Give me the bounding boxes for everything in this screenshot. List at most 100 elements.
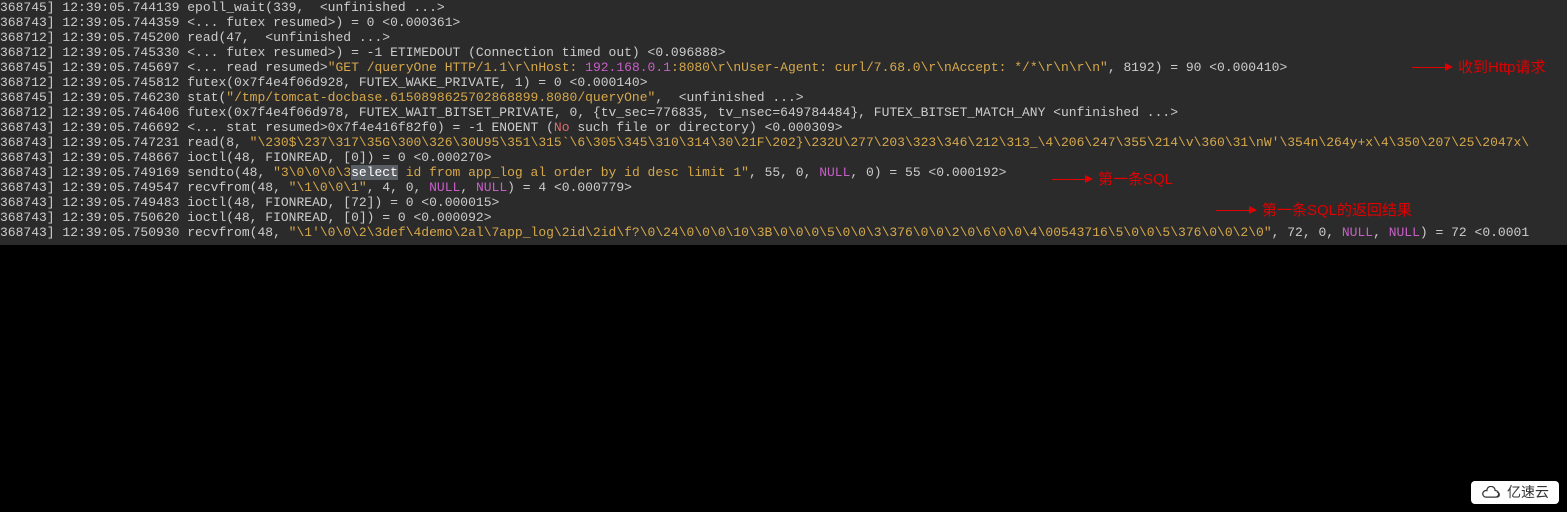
annotation-sql1-result: 第一条SQL的返回结果: [1216, 203, 1412, 218]
text-part: epoll_wait(339, <unfinished ...>: [179, 0, 444, 15]
text-part: , 72, 0,: [1272, 225, 1342, 240]
annotation-label: 第一条SQL的返回结果: [1262, 203, 1412, 218]
timestamp: 12:39:05.750930: [62, 225, 179, 240]
pid: 368743]: [0, 135, 55, 150]
text-part: "\230$\237\317\35G\300\326\30U95\351\315…: [250, 135, 1529, 150]
strace-line: 368712] 12:39:05.745200 read(47, <unfini…: [0, 30, 1567, 45]
text-part: ,: [1373, 225, 1389, 240]
text-part: <... futex resumed>) = -1 ETIMEDOUT (Con…: [179, 45, 725, 60]
text-part: id from app_log al order by id desc limi…: [398, 165, 749, 180]
text-part: "\1'\0\0\2\3def\4demo\2al\7app_log\2id\2…: [289, 225, 1272, 240]
strace-line: 368743] 12:39:05.748667 ioctl(48, FIONRE…: [0, 150, 1567, 165]
annotation-label: 收到Http请求: [1458, 60, 1546, 75]
strace-line: 368745] 12:39:05.744139 epoll_wait(339, …: [0, 0, 1567, 15]
text-part: ioctl(48, FIONREAD, [72]) = 0 <0.000015>: [179, 195, 499, 210]
pid: 368743]: [0, 120, 55, 135]
timestamp: 12:39:05.746230: [62, 90, 179, 105]
text-part: select: [351, 165, 398, 180]
strace-line: 368743] 12:39:05.747231 read(8, "\230$\2…: [0, 135, 1567, 150]
pid: 368745]: [0, 90, 55, 105]
pid: 368745]: [0, 0, 55, 15]
text-part: NULL: [476, 180, 507, 195]
timestamp: 12:39:05.747231: [62, 135, 179, 150]
timestamp: 12:39:05.749169: [62, 165, 179, 180]
text-part: :8080\r\nUser-Agent: curl/7.68.0\r\nAcce…: [671, 60, 1108, 75]
text-part: ) = 4 <0.000779>: [507, 180, 632, 195]
strace-line: 368712] 12:39:05.745330 <... futex resum…: [0, 45, 1567, 60]
cloud-icon: [1481, 486, 1501, 500]
pid: 368712]: [0, 30, 55, 45]
text-part: ) = 72 <0.0001: [1420, 225, 1529, 240]
pid: 368712]: [0, 45, 55, 60]
pid: 368743]: [0, 150, 55, 165]
timestamp: 12:39:05.750620: [62, 210, 179, 225]
text-part: read(47, <unfinished ...>: [179, 30, 390, 45]
pid: 368743]: [0, 225, 55, 240]
annotation-http: 收到Http请求: [1412, 60, 1546, 75]
pid: 368743]: [0, 165, 55, 180]
strace-line: 368743] 12:39:05.750930 recvfrom(48, "\1…: [0, 225, 1567, 240]
timestamp: 12:39:05.744359: [62, 15, 179, 30]
timestamp: 12:39:05.745200: [62, 30, 179, 45]
text-part: 192.168.0.1: [585, 60, 671, 75]
annotation-label: 第一条SQL: [1098, 172, 1173, 187]
text-part: ,: [460, 180, 476, 195]
strace-line: 368743] 12:39:05.744359 <... futex resum…: [0, 15, 1567, 30]
text-part: futex(0x7f4e4f06d928, FUTEX_WAKE_PRIVATE…: [179, 75, 647, 90]
strace-line: 368743] 12:39:05.749169 sendto(48, "3\0\…: [0, 165, 1567, 180]
timestamp: 12:39:05.745697: [62, 60, 179, 75]
text-part: "3\0\0\0\3: [273, 165, 351, 180]
text-part: , 0) = 55 <0.000192>: [850, 165, 1006, 180]
timestamp: 12:39:05.745330: [62, 45, 179, 60]
text-part: NULL: [819, 165, 850, 180]
text-part: No: [554, 120, 570, 135]
timestamp: 12:39:05.746692: [62, 120, 179, 135]
text-part: ioctl(48, FIONREAD, [0]) = 0 <0.000092>: [179, 210, 491, 225]
arrow-icon: [1412, 67, 1452, 68]
strace-line: 368745] 12:39:05.746230 stat("/tmp/tomca…: [0, 90, 1567, 105]
text-part: sendto(48,: [179, 165, 273, 180]
timestamp: 12:39:05.744139: [62, 0, 179, 15]
strace-line: 368745] 12:39:05.745697 <... read resume…: [0, 60, 1567, 75]
text-part: <... futex resumed>) = 0 <0.000361>: [179, 15, 460, 30]
text-part: , 8192) = 90 <0.000410>: [1108, 60, 1287, 75]
strace-line: 368712] 12:39:05.745812 futex(0x7f4e4f06…: [0, 75, 1567, 90]
text-part: futex(0x7f4e4f06d978, FUTEX_WAIT_BITSET_…: [179, 105, 1178, 120]
pid: 368743]: [0, 195, 55, 210]
text-part: NULL: [1342, 225, 1373, 240]
text-part: , 4, 0,: [367, 180, 429, 195]
text-part: read(8,: [179, 135, 249, 150]
strace-line: 368743] 12:39:05.749547 recvfrom(48, "\1…: [0, 180, 1567, 195]
text-part: <... stat resumed>0x7f4e416f82f0) = -1 E…: [179, 120, 553, 135]
arrow-icon: [1052, 179, 1092, 180]
arrow-icon: [1216, 210, 1256, 211]
timestamp: 12:39:05.745812: [62, 75, 179, 90]
pid: 368712]: [0, 75, 55, 90]
text-part: NULL: [1389, 225, 1420, 240]
strace-line: 368712] 12:39:05.746406 futex(0x7f4e4f06…: [0, 105, 1567, 120]
timestamp: 12:39:05.746406: [62, 105, 179, 120]
timestamp: 12:39:05.749547: [62, 180, 179, 195]
annotation-sql1: 第一条SQL: [1052, 172, 1173, 187]
watermark: 亿速云: [1471, 481, 1559, 504]
text-part: "GET /queryOne HTTP/1.1\r\nHost:: [328, 60, 585, 75]
pid: 368712]: [0, 105, 55, 120]
watermark-text: 亿速云: [1507, 485, 1549, 500]
text-part: ioctl(48, FIONREAD, [0]) = 0 <0.000270>: [179, 150, 491, 165]
text-part: such file or directory) <0.000309>: [570, 120, 843, 135]
text-part: "/tmp/tomcat-docbase.6150898625702868899…: [226, 90, 655, 105]
text-part: NULL: [429, 180, 460, 195]
pid: 368743]: [0, 180, 55, 195]
text-part: "\1\0\0\1": [289, 180, 367, 195]
timestamp: 12:39:05.748667: [62, 150, 179, 165]
strace-line: 368743] 12:39:05.746692 <... stat resume…: [0, 120, 1567, 135]
pid: 368743]: [0, 210, 55, 225]
timestamp: 12:39:05.749483: [62, 195, 179, 210]
text-part: stat(: [179, 90, 226, 105]
text-part: recvfrom(48,: [179, 180, 288, 195]
text-part: , <unfinished ...>: [655, 90, 803, 105]
pid: 368745]: [0, 60, 55, 75]
text-part: <... read resumed>: [179, 60, 327, 75]
text-part: , 55, 0,: [749, 165, 819, 180]
pid: 368743]: [0, 15, 55, 30]
